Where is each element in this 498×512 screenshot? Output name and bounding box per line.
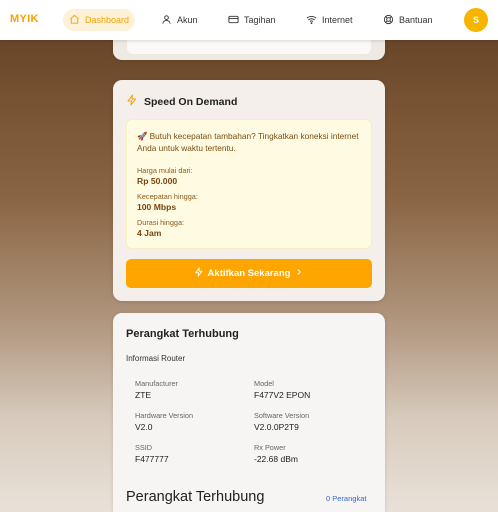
rx-power-label: Rx Power	[254, 443, 286, 452]
nav-item-akun[interactable]: Akun	[155, 9, 204, 31]
nav-item-dashboard[interactable]: Dashboard	[63, 9, 136, 31]
speed-card-title: Speed On Demand	[144, 95, 238, 108]
rx-power-value: -22.68 dBm	[254, 454, 298, 464]
home-icon	[69, 14, 80, 27]
duration-label: Durasi hingga:	[137, 218, 185, 227]
nav-item-tagihan[interactable]: Tagihan	[222, 9, 282, 31]
lifebuoy-icon	[383, 14, 394, 27]
speed-value: 100 Mbps	[137, 202, 177, 212]
user-avatar[interactable]: S	[464, 8, 488, 32]
connected-devices-card: Perangkat Terhubung Informasi Router Man…	[113, 313, 385, 512]
model-label: Model	[254, 379, 274, 388]
software-version-label: Software Version	[254, 411, 310, 420]
hardware-version-label: Hardware Version	[135, 411, 193, 420]
activate-button-label: Aktifkan Sekarang	[207, 268, 291, 279]
software-version-value: V2.0.0P2T9	[254, 422, 299, 432]
chevron-right-icon	[294, 267, 304, 280]
model-value: F477V2 EPON	[254, 390, 311, 400]
speed-card-header: Speed On Demand	[126, 94, 237, 109]
hardware-version-value: V2.0	[135, 422, 153, 432]
lightning-icon	[194, 267, 204, 280]
manufacturer-value: ZTE	[135, 390, 152, 400]
user-icon	[161, 14, 172, 27]
manufacturer-label: Manufacturer	[135, 379, 178, 388]
promo-description: 🚀 Butuh kecepatan tambahan? Tingkatkan k…	[137, 131, 359, 153]
router-info-heading: Informasi Router	[126, 354, 186, 363]
credit-card-icon	[228, 14, 239, 27]
wifi-icon	[306, 14, 317, 27]
nav-item-internet[interactable]: Internet	[300, 9, 359, 31]
devices-card-title: Perangkat Terhubung	[126, 328, 239, 340]
connected-devices-list-title: Perangkat Terhubung	[126, 489, 265, 505]
nav-item-bantuan[interactable]: Bantuan	[377, 9, 439, 31]
duration-value: 4 Jam	[137, 228, 162, 238]
price-label: Harga mulai dari:	[137, 166, 193, 175]
ssid-label: SSID	[135, 443, 153, 452]
speed-label: Kecepatan hingga:	[137, 192, 198, 201]
nav-item-label: Dashboard	[85, 15, 130, 25]
app-logo[interactable]: MYIK	[10, 13, 39, 25]
nav-item-label: Akun	[177, 15, 198, 25]
speed-promo-box: 🚀 Butuh kecepatan tambahan? Tingkatkan k…	[126, 119, 372, 249]
activate-now-button[interactable]: Aktifkan Sekarang	[126, 259, 372, 288]
price-value: Rp 50.000	[137, 176, 178, 186]
top-navbar: MYIK Dashboard Akun Tagihan Internet Ban…	[0, 0, 498, 40]
speed-on-demand-card: Speed On Demand 🚀 Butuh kecepatan tambah…	[113, 80, 385, 301]
nav-item-label: Internet	[322, 15, 353, 25]
lightning-icon	[126, 94, 138, 109]
device-count-link[interactable]: 0 Perangkat	[326, 494, 366, 503]
nav-item-label: Tagihan	[244, 15, 276, 25]
nav-item-label: Bantuan	[399, 15, 433, 25]
ssid-value: F477777	[135, 454, 169, 464]
